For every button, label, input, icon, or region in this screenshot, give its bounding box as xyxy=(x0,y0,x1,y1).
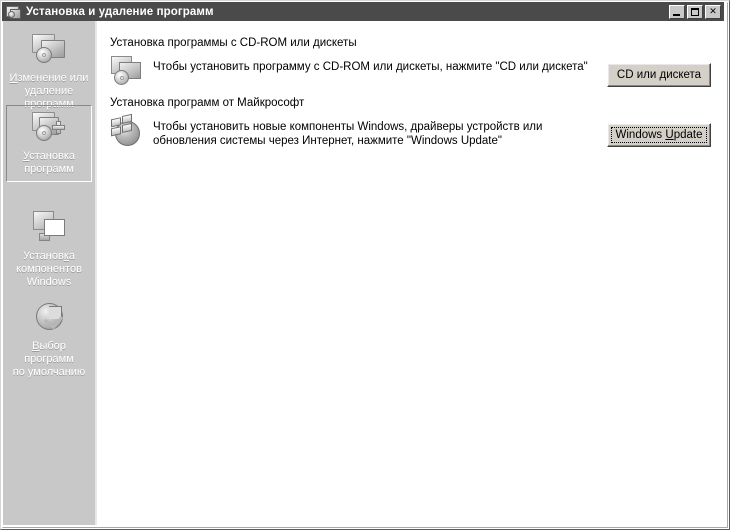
window-body: Изменение или удаление программ Установка п… xyxy=(3,21,723,525)
sidebar-item-label: Выбор программ по умолчанию xyxy=(12,340,86,378)
cd-or-floppy-button-label: CD или дискета xyxy=(616,69,702,81)
windows-update-globe-icon xyxy=(109,113,149,152)
close-icon: ✕ xyxy=(709,6,717,16)
cd-or-floppy-button[interactable]: CD или дискета xyxy=(607,63,711,87)
sidebar-item-change-remove-programs[interactable]: Изменение или удаление программ xyxy=(6,27,92,117)
sidebar: Изменение или удаление программ Установка п… xyxy=(3,21,97,525)
sidebar-item-default-programs[interactable]: Выбор программ по умолчанию xyxy=(6,295,92,385)
section-description: Чтобы установить новые компоненты Window… xyxy=(153,121,543,147)
section-install-from-microsoft: Установка программ от Майкрософт Чтобы у… xyxy=(99,97,723,152)
add-remove-programs-icon xyxy=(5,4,21,19)
minimize-icon xyxy=(673,13,680,16)
sidebar-item-add-new-programs[interactable]: Установка программ xyxy=(6,105,92,182)
main-panel: Установка программы с CD-ROM или дискеты… xyxy=(99,21,723,525)
section-install-from-cdrom: Установка программы с CD-ROM или дискеты… xyxy=(99,37,723,92)
close-button[interactable]: ✕ xyxy=(705,4,721,19)
titlebar[interactable]: Установка и удаление программ ✕ xyxy=(2,2,724,21)
monitor-disc-plus-icon xyxy=(28,109,70,147)
titlebar-buttons: ✕ xyxy=(669,4,721,19)
section-heading: Установка программы с CD-ROM или дискеты xyxy=(110,37,357,49)
maximize-button[interactable] xyxy=(687,4,703,19)
cd-folder-icon xyxy=(109,54,149,92)
sidebar-item-label: Установка программ xyxy=(22,150,75,175)
section-description: Чтобы установить программу с CD-ROM или … xyxy=(153,61,588,73)
window-title: Установка и удаление программ xyxy=(26,5,214,18)
maximize-icon xyxy=(691,7,699,16)
monitor-disc-icon xyxy=(28,31,70,69)
sidebar-item-windows-components[interactable]: Установка компонентов Windows xyxy=(6,205,92,295)
windows-components-icon xyxy=(28,209,70,247)
windows-update-button-label: Windows Update xyxy=(615,129,703,141)
add-remove-programs-window: Установка и удаление программ ✕ Изменени… xyxy=(0,0,730,530)
section-heading: Установка программ от Майкрософт xyxy=(110,97,305,109)
default-programs-pie-icon xyxy=(28,299,70,337)
windows-update-button[interactable]: Windows Update xyxy=(607,123,711,147)
sidebar-item-label: Установка компонентов Windows xyxy=(16,250,82,288)
minimize-button[interactable] xyxy=(669,4,685,19)
